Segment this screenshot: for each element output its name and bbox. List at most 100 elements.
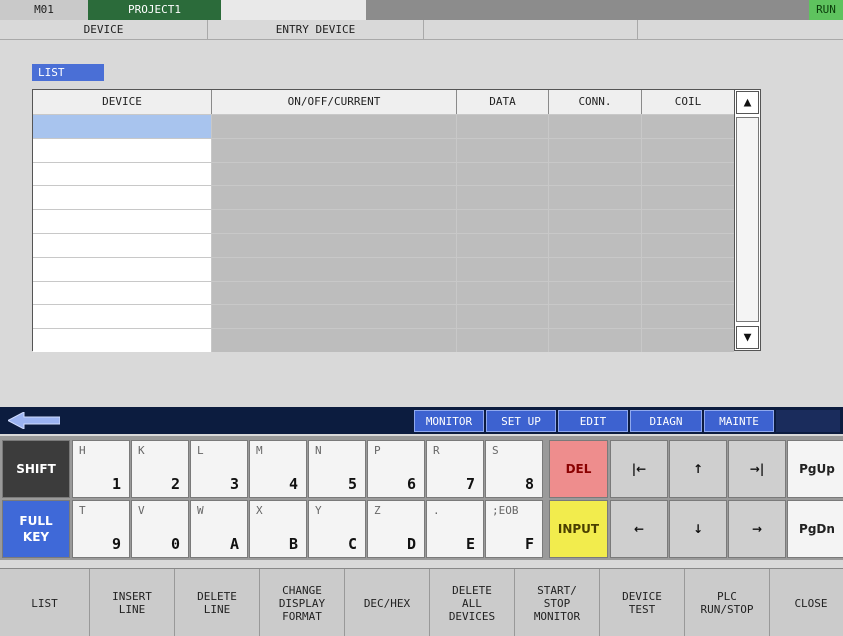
table-row[interactable] <box>33 233 734 257</box>
full-key-button[interactable]: FULL KEY <box>2 500 70 558</box>
menu-monitor[interactable]: MONITOR <box>414 410 484 432</box>
plc-run-stop-fkey[interactable]: PLC RUN/STOP <box>685 569 770 636</box>
device-cell[interactable] <box>33 328 212 353</box>
device-cell[interactable] <box>33 256 212 281</box>
device-table: DEVICE ON/OFF/CURRENT DATA CONN. COIL <box>32 89 735 353</box>
device-cell[interactable] <box>33 137 212 162</box>
keypad: SHIFT FULL KEY H1K2L3M4N5P6R7S8 T9V0WAXB… <box>0 436 843 560</box>
scroll-track[interactable] <box>736 117 759 322</box>
input-key[interactable]: INPUT <box>549 500 608 558</box>
line-end-key[interactable]: →| <box>728 440 786 498</box>
key-row2-7[interactable]: ;EOB F <box>485 500 543 558</box>
key-main-label: 5 <box>347 475 357 493</box>
down-arrow-key[interactable]: ↓ <box>669 500 727 558</box>
key-main-label: 3 <box>229 475 239 493</box>
table-row[interactable] <box>33 185 734 210</box>
menu-setup[interactable]: SET UP <box>486 410 556 432</box>
tab-entry-device[interactable]: ENTRY DEVICE <box>208 20 424 40</box>
key-row1-2[interactable]: L3 <box>190 440 248 498</box>
key-row2-2[interactable]: WA <box>190 500 248 558</box>
shift-key[interactable]: SHIFT <box>2 440 70 498</box>
device-cell[interactable] <box>33 161 212 186</box>
key-sub-label: ;EOB <box>492 504 519 517</box>
coil-cell <box>642 280 734 305</box>
table-row[interactable] <box>33 137 734 162</box>
close-fkey[interactable]: CLOSE <box>770 569 843 636</box>
triangle-up-icon[interactable]: ▲ <box>736 91 759 114</box>
conn-cell <box>549 137 642 162</box>
menu-mainte[interactable]: MAINTE <box>704 410 774 432</box>
key-row2-4[interactable]: YC <box>308 500 366 558</box>
menu-empty-slot <box>776 410 840 432</box>
device-cell[interactable] <box>33 209 212 234</box>
start-stop-monitor-fkey[interactable]: START/ STOP MONITOR <box>515 569 600 636</box>
key-main-label: 2 <box>170 475 180 493</box>
key-sub-label: Z <box>374 504 381 517</box>
device-cell[interactable] <box>33 280 212 305</box>
key-sub-label: Y <box>315 504 322 517</box>
device-cell[interactable] <box>33 185 212 210</box>
device-cell[interactable] <box>33 114 212 138</box>
onoff-cell <box>212 114 457 138</box>
device-cell[interactable] <box>33 233 212 257</box>
coil-cell <box>642 256 734 281</box>
table-row[interactable] <box>33 328 734 353</box>
table-row[interactable] <box>33 304 734 329</box>
table-row[interactable] <box>33 114 734 138</box>
tab-device[interactable]: DEVICE <box>0 20 208 40</box>
table-row[interactable] <box>33 161 734 186</box>
left-arrow-icon[interactable] <box>8 412 60 429</box>
page-down-key[interactable]: PgDn <box>787 500 843 558</box>
key-sub-label: P <box>374 444 381 457</box>
status-field <box>221 0 366 20</box>
menu-diagn[interactable]: DIAGN <box>630 410 702 432</box>
key-row2-0[interactable]: T9 <box>72 500 130 558</box>
device-test-fkey[interactable]: DEVICE TEST <box>600 569 685 636</box>
key-main-label: 7 <box>465 475 475 493</box>
triangle-down-icon[interactable]: ▼ <box>736 326 759 349</box>
data-cell <box>457 280 549 305</box>
table-row[interactable] <box>33 280 734 305</box>
menu-edit[interactable]: EDIT <box>558 410 628 432</box>
key-main-label: D <box>406 535 416 553</box>
key-sub-label: . <box>433 504 440 517</box>
dec-hex-fkey[interactable]: DEC/HEX <box>345 569 430 636</box>
change-display-format-fkey[interactable]: CHANGE DISPLAY FORMAT <box>260 569 345 636</box>
coil-cell <box>642 233 734 257</box>
key-row1-3[interactable]: M4 <box>249 440 307 498</box>
conn-cell <box>549 304 642 329</box>
key-row2-3[interactable]: XB <box>249 500 307 558</box>
up-arrow-key[interactable]: ↑ <box>669 440 727 498</box>
left-arrow-key[interactable]: ← <box>610 500 668 558</box>
conn-cell <box>549 256 642 281</box>
key-row2-1[interactable]: V0 <box>131 500 189 558</box>
onoff-cell <box>212 304 457 329</box>
conn-cell <box>549 233 642 257</box>
page-up-key[interactable]: PgUp <box>787 440 843 498</box>
key-row1-6[interactable]: R7 <box>426 440 484 498</box>
key-row1-7[interactable]: S8 <box>485 440 543 498</box>
delete-line-fkey[interactable]: DELETE LINE <box>175 569 260 636</box>
del-key[interactable]: DEL <box>549 440 608 498</box>
key-sub-label: V <box>138 504 145 517</box>
key-main-label: B <box>288 535 298 553</box>
key-sub-label: X <box>256 504 263 517</box>
key-row2-5[interactable]: ZD <box>367 500 425 558</box>
data-cell <box>457 304 549 329</box>
key-row1-0[interactable]: H1 <box>72 440 130 498</box>
device-cell[interactable] <box>33 304 212 329</box>
table-row[interactable] <box>33 256 734 281</box>
key-row1-1[interactable]: K2 <box>131 440 189 498</box>
list-fkey[interactable]: LIST <box>0 569 90 636</box>
table-scrollbar[interactable]: ▲ ▼ <box>734 89 761 351</box>
key-row1-4[interactable]: N5 <box>308 440 366 498</box>
key-row2-6[interactable]: .E <box>426 500 484 558</box>
delete-all-devices-fkey[interactable]: DELETE ALL DEVICES <box>430 569 515 636</box>
table-row[interactable] <box>33 209 734 234</box>
key-row1-5[interactable]: P6 <box>367 440 425 498</box>
status-bar: M01 PROJECT1 RUN <box>0 0 843 20</box>
insert-line-fkey[interactable]: INSERT LINE <box>90 569 175 636</box>
right-arrow-key[interactable]: → <box>728 500 786 558</box>
conn-cell <box>549 328 642 353</box>
line-start-key[interactable]: |← <box>610 440 668 498</box>
